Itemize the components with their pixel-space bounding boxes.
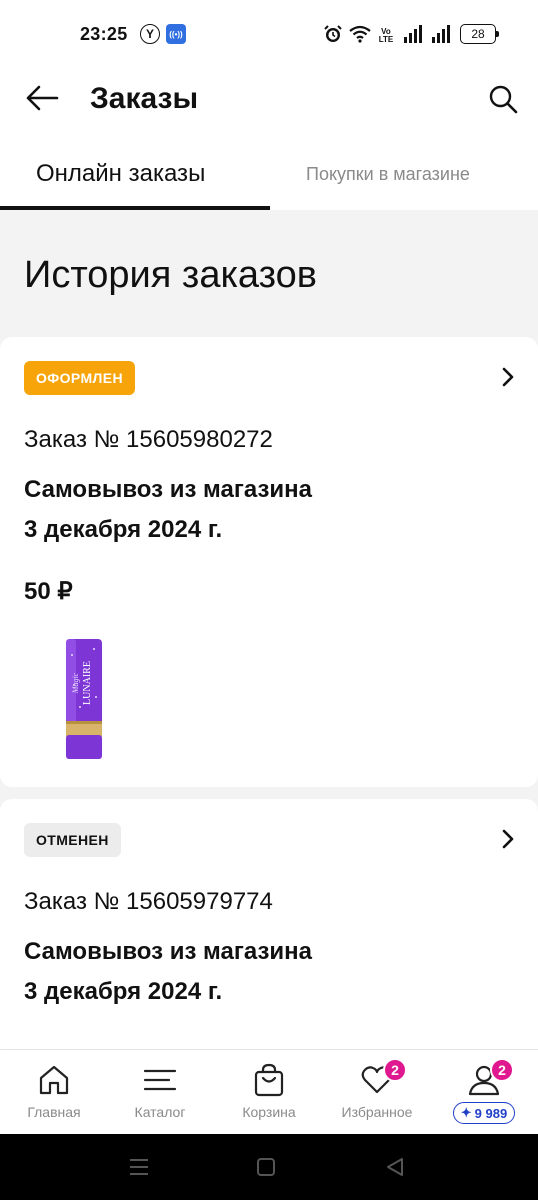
search-icon bbox=[489, 85, 518, 114]
active-tab-indicator bbox=[0, 206, 270, 210]
search-button[interactable] bbox=[484, 80, 522, 118]
order-card[interactable]: ОФОРМЛЕН Заказ № 15605980272 Самовывоз и… bbox=[0, 337, 538, 787]
volte-bottom-label: LTE bbox=[378, 35, 394, 44]
nav-label: Избранное bbox=[341, 1104, 413, 1120]
chevron-right-icon bbox=[496, 827, 520, 851]
home-square-icon bbox=[257, 1158, 275, 1176]
order-number: Заказ № 15605980272 bbox=[24, 426, 273, 453]
order-date: 3 декабря 2024 г. bbox=[24, 978, 223, 1005]
tab-store-purchases[interactable]: Покупки в магазине bbox=[306, 164, 470, 185]
nav-label: Каталог bbox=[134, 1104, 186, 1120]
tab-online-orders[interactable]: Онлайн заказы bbox=[36, 160, 205, 188]
heart-icon: 2 bbox=[357, 1058, 407, 1098]
back-system-button[interactable] bbox=[383, 1156, 407, 1178]
back-triangle-icon bbox=[387, 1158, 403, 1176]
page-title: Заказы bbox=[90, 82, 199, 115]
nav-item-home[interactable]: Главная bbox=[18, 1050, 90, 1135]
section-title: История заказов bbox=[24, 254, 317, 296]
system-nav-bar bbox=[0, 1134, 538, 1200]
bottom-nav: Главная Каталог Корзина 2 Избранное 2 ✦ … bbox=[0, 1049, 538, 1134]
delivery-type: Самовывоз из магазина bbox=[24, 476, 312, 503]
nav-item-cart[interactable]: Корзина bbox=[232, 1050, 306, 1135]
profile-icon: 2 bbox=[464, 1058, 514, 1098]
nav-item-profile[interactable]: 2 ✦ 9 989 bbox=[448, 1050, 520, 1135]
status-badge: ОФОРМЛЕН bbox=[24, 361, 136, 395]
order-tabs: Онлайн заказы Покупки в магазине bbox=[0, 132, 538, 210]
points-value: 9 989 bbox=[474, 1105, 508, 1121]
signal-icon bbox=[402, 24, 426, 44]
product-image: LUNAIRE Magic bbox=[50, 635, 120, 767]
battery-icon: 28 bbox=[460, 24, 499, 44]
back-button[interactable] bbox=[22, 80, 62, 116]
recent-apps-icon bbox=[130, 1159, 148, 1175]
shopping-bag-icon bbox=[249, 1062, 289, 1098]
app-header: Заказы bbox=[0, 68, 538, 132]
nav-label: Корзина bbox=[242, 1104, 296, 1120]
status-badge: ОТМЕНЕН bbox=[24, 823, 121, 857]
points-balance: ✦ 9 989 bbox=[452, 1102, 516, 1124]
signal-icon bbox=[430, 24, 454, 44]
delivery-type: Самовывоз из магазина bbox=[24, 938, 312, 965]
alarm-icon bbox=[322, 24, 344, 44]
status-time: 23:25 bbox=[80, 24, 128, 44]
wifi-icon bbox=[348, 24, 372, 44]
recent-apps-button[interactable] bbox=[127, 1156, 151, 1178]
nfc-icon: ((•)) bbox=[166, 24, 186, 44]
order-date: 3 декабря 2024 г. bbox=[24, 516, 223, 543]
nav-label: Главная bbox=[27, 1104, 81, 1120]
arrow-left-icon bbox=[26, 85, 59, 111]
yandex-icon: Y bbox=[140, 24, 160, 44]
menu-icon bbox=[140, 1062, 180, 1098]
order-price: 50 ₽ bbox=[24, 578, 73, 605]
home-icon bbox=[34, 1062, 74, 1098]
status-bar: 23:25 Y ((•)) Vo LTE 28 bbox=[0, 0, 538, 68]
product-script-text: Magic bbox=[71, 672, 80, 694]
nav-item-favorites[interactable]: 2 Избранное bbox=[332, 1050, 422, 1135]
chevron-right-icon bbox=[496, 365, 520, 389]
nav-item-catalog[interactable]: Каталог bbox=[124, 1050, 196, 1135]
product-brand-text: LUNAIRE bbox=[82, 661, 93, 705]
order-number: Заказ № 15605979774 bbox=[24, 888, 273, 915]
volte-icon: Vo LTE bbox=[376, 26, 396, 46]
sparkle-icon: ✦ bbox=[460, 1105, 472, 1120]
favorites-count-badge: 2 bbox=[383, 1058, 407, 1082]
home-system-button[interactable] bbox=[254, 1156, 278, 1178]
profile-notification-badge: 2 bbox=[490, 1058, 514, 1082]
order-card[interactable]: ОТМЕНЕН Заказ № 15605979774 Самовывоз из… bbox=[0, 799, 538, 1059]
